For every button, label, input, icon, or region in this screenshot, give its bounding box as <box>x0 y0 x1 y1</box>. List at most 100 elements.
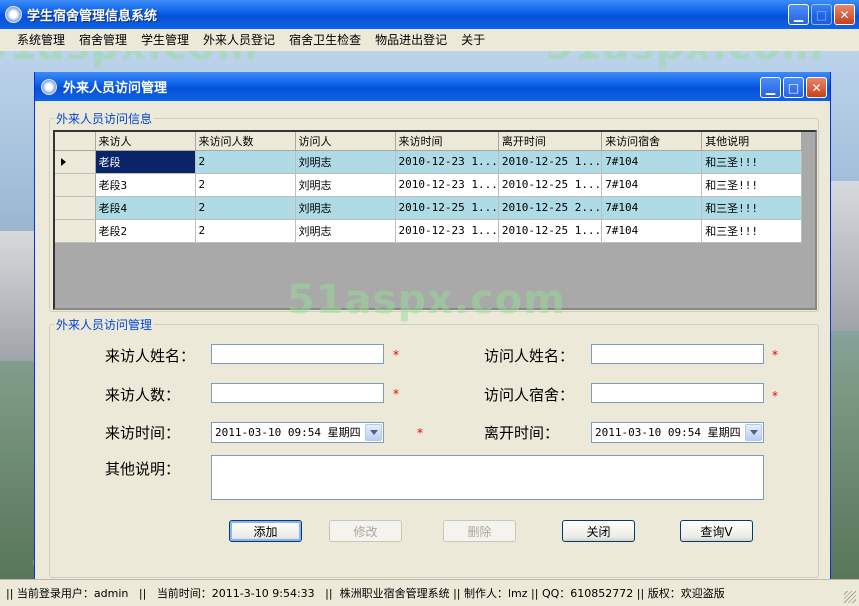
table-cell[interactable]: 2010-12-23 1... <box>395 150 499 174</box>
visit-time-label: 来访时间： <box>105 424 181 442</box>
app-titlebar: 学生宿舍管理信息系统 ▁ □ ✕ <box>0 0 859 29</box>
table-cell[interactable]: 和三圣!!! <box>701 150 803 174</box>
table-cell[interactable]: 2010-12-25 2... <box>498 196 603 220</box>
background-building <box>831 181 859 331</box>
table-cell[interactable]: 7#104 <box>601 150 703 174</box>
table-cell[interactable]: 刘明志 <box>295 150 396 174</box>
watermark: 51aspx.com <box>0 51 259 69</box>
column-header[interactable]: 访问人 <box>295 132 396 151</box>
table-cell[interactable]: 2010-12-25 1... <box>498 219 603 243</box>
table-cell[interactable]: 2010-12-25 1... <box>498 150 603 174</box>
close-icon[interactable]: ✕ <box>806 77 827 98</box>
table-cell[interactable]: 老段2 <box>95 219 196 243</box>
edit-button[interactable]: 修改 <box>329 520 402 542</box>
menu-student[interactable]: 学生管理 <box>134 29 196 51</box>
resize-grip-icon[interactable] <box>844 591 856 603</box>
visitor-name-label: 来访人姓名： <box>105 347 196 365</box>
table-cell[interactable]: 2 <box>195 196 296 220</box>
visitor-info-legend: 外来人员访问信息 <box>56 112 153 126</box>
chevron-down-icon[interactable] <box>365 424 382 441</box>
table-cell[interactable]: 刘明志 <box>295 173 396 197</box>
column-header[interactable]: 来访问人数 <box>195 132 296 151</box>
column-header[interactable]: 来访问宿舍 <box>601 132 703 151</box>
status-sep: || <box>138 586 147 600</box>
leave-time-value: 2011-03-10 09:54 星期四 <box>595 426 741 439</box>
column-header[interactable]: 来访时间 <box>395 132 499 151</box>
status-sep: || <box>6 586 14 600</box>
maximize-icon[interactable]: □ <box>811 4 832 25</box>
leave-time-picker[interactable]: 2011-03-10 09:54 星期四 <box>591 422 764 443</box>
visitor-count-input[interactable] <box>211 383 384 403</box>
table-cell[interactable]: 7#104 <box>601 219 703 243</box>
row-header[interactable] <box>55 219 96 243</box>
row-header[interactable] <box>55 196 96 220</box>
row-header[interactable] <box>55 150 96 174</box>
host-dorm-input[interactable] <box>591 383 764 403</box>
table-cell[interactable]: 和三圣!!! <box>701 196 803 220</box>
status-system: 株洲职业宿舍管理系统 <box>339 587 450 600</box>
table-cell[interactable]: 刘明志 <box>295 196 396 220</box>
required-mark: * <box>393 348 399 362</box>
table-cell[interactable]: 2010-12-25 1... <box>395 196 499 220</box>
close-button[interactable]: 关闭 <box>562 520 635 542</box>
app-icon <box>5 6 22 23</box>
status-sep: || <box>531 586 539 600</box>
column-header[interactable]: 来访人 <box>95 132 196 151</box>
table-row[interactable]: 老段2 2 刘明志 2010-12-23 1... 2010-12-25 1..… <box>55 219 803 243</box>
menu-about[interactable]: 关于 <box>454 29 492 51</box>
window-controls: ▁ □ ✕ <box>760 77 827 98</box>
menu-hygiene[interactable]: 宿舍卫生检查 <box>282 29 368 51</box>
table-cell[interactable]: 7#104 <box>601 196 703 220</box>
column-header[interactable]: 其他说明 <box>701 132 803 151</box>
table-cell[interactable]: 老段3 <box>95 173 196 197</box>
table-cell[interactable]: 老段 <box>95 150 196 174</box>
delete-button[interactable]: 删除 <box>443 520 516 542</box>
table-cell[interactable]: 刘明志 <box>295 219 396 243</box>
notes-textarea[interactable] <box>211 455 764 500</box>
table-cell[interactable]: 2 <box>195 150 296 174</box>
status-sep: || <box>325 586 333 600</box>
add-button[interactable]: 添加 <box>229 520 302 542</box>
table-cell[interactable]: 7#104 <box>601 173 703 197</box>
close-icon[interactable]: ✕ <box>834 4 855 25</box>
grid-corner <box>55 132 96 151</box>
watermark: 51aspx.com <box>545 51 824 69</box>
column-header[interactable]: 离开时间 <box>498 132 603 151</box>
visit-time-value: 2011-03-10 09:54 星期四 <box>215 426 361 439</box>
grid-header-row: 来访人 来访问人数 访问人 来访时间 离开时间 来访问宿舍 其他说明 <box>55 132 803 151</box>
visit-time-picker[interactable]: 2011-03-10 09:54 星期四 <box>211 422 384 443</box>
table-cell[interactable]: 2010-12-23 1... <box>395 219 499 243</box>
table-cell[interactable]: 2010-12-25 1... <box>498 173 603 197</box>
table-row[interactable]: 老段3 2 刘明志 2010-12-23 1... 2010-12-25 1..… <box>55 173 803 197</box>
maximize-icon[interactable]: □ <box>783 77 804 98</box>
window-title: 外来人员访问管理 <box>63 81 168 96</box>
table-cell[interactable]: 和三圣!!! <box>701 219 803 243</box>
table-row[interactable]: 老段 2 刘明志 2010-12-23 1... 2010-12-25 1...… <box>55 150 803 174</box>
minimize-icon[interactable]: ▁ <box>788 4 809 25</box>
menu-system[interactable]: 系统管理 <box>10 29 72 51</box>
menu-dorm[interactable]: 宿舍管理 <box>72 29 134 51</box>
minimize-icon[interactable]: ▁ <box>760 77 781 98</box>
menu-visitor[interactable]: 外来人员登记 <box>196 29 282 51</box>
table-row[interactable]: 老段4 2 刘明志 2010-12-25 1... 2010-12-25 2..… <box>55 196 803 220</box>
host-name-label: 访问人姓名： <box>484 347 575 365</box>
visitor-name-input[interactable] <box>211 344 384 364</box>
row-header[interactable] <box>55 173 96 197</box>
table-cell[interactable]: 2010-12-23 1... <box>395 173 499 197</box>
notes-label: 其他说明： <box>105 460 181 478</box>
table-cell[interactable]: 老段4 <box>95 196 196 220</box>
current-row-icon <box>61 157 66 166</box>
menu-goods[interactable]: 物品进出登记 <box>368 29 454 51</box>
visitor-count-label: 来访人数： <box>105 386 181 404</box>
table-cell[interactable]: 2 <box>195 173 296 197</box>
host-name-input[interactable] <box>591 344 764 364</box>
host-dorm-label: 访问人宿舍： <box>484 386 575 404</box>
visitor-table: 来访人 来访问人数 访问人 来访时间 离开时间 来访问宿舍 其他说明 老段 2 … <box>55 132 803 243</box>
background-building <box>0 231 34 361</box>
table-cell[interactable]: 和三圣!!! <box>701 173 803 197</box>
status-sep: || <box>453 586 461 600</box>
query-button[interactable]: 查询V <box>680 520 753 542</box>
table-cell[interactable]: 2 <box>195 219 296 243</box>
window-icon <box>41 78 57 95</box>
chevron-down-icon[interactable] <box>745 424 762 441</box>
